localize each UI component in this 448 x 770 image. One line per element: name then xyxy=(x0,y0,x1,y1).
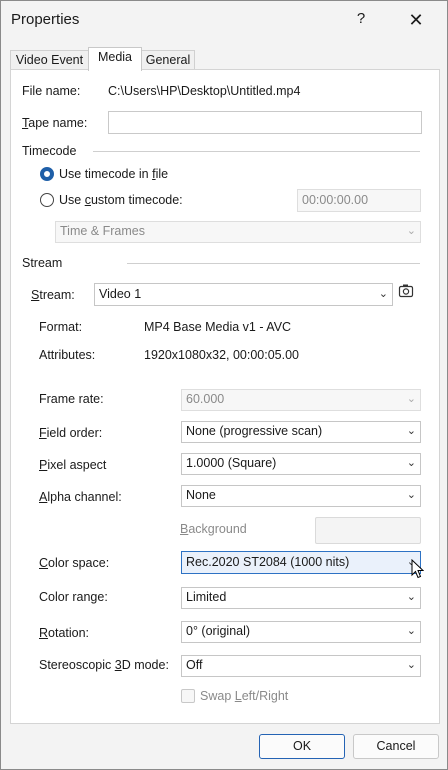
color-space-select[interactable]: Rec.2020 ST2084 (1000 nits) ⌄ xyxy=(181,551,421,574)
tape-name-field[interactable] xyxy=(108,111,422,134)
help-button[interactable]: ? xyxy=(353,10,369,27)
window-title: Properties xyxy=(11,11,80,28)
ok-button[interactable]: OK xyxy=(259,734,345,759)
file-name-value: C:\Users\HP\Desktop\Untitled.mp4 xyxy=(108,84,301,98)
cancel-button[interactable]: Cancel xyxy=(353,734,439,759)
timecode-divider xyxy=(93,151,420,152)
attributes-value: 1920x1080x32, 00:00:05.00 xyxy=(144,348,299,362)
format-label: Format: xyxy=(39,320,83,334)
frame-rate-label: Frame rate: xyxy=(39,392,104,406)
chevron-down-icon: ⌄ xyxy=(406,225,416,237)
tab-media[interactable]: Media xyxy=(88,47,142,71)
chevron-down-icon: ⌄ xyxy=(406,625,416,637)
chevron-down-icon: ⌄ xyxy=(406,659,416,671)
color-range-value: Limited xyxy=(186,590,227,604)
tab-video-event[interactable]: Video Event xyxy=(10,50,89,70)
stereoscopic-3d-label: Stereoscopic 3D mode: xyxy=(39,658,169,672)
field-order-select[interactable]: None (progressive scan) ⌄ xyxy=(181,421,421,443)
mouse-pointer-icon xyxy=(411,559,424,579)
file-name-label: File name: xyxy=(22,84,81,98)
color-space-label: Color space: xyxy=(39,556,110,570)
format-value: MP4 Base Media v1 - AVC xyxy=(144,320,292,334)
use-custom-timecode-radio[interactable] xyxy=(40,193,54,207)
use-file-timecode-radio[interactable] xyxy=(40,167,54,181)
swap-left-right-checkbox[interactable] xyxy=(181,689,195,703)
tape-name-label: Tape name: xyxy=(22,116,88,130)
chevron-down-icon: ⌄ xyxy=(378,288,388,300)
use-file-timecode-label: Use timecode in file xyxy=(59,167,169,181)
alpha-channel-select[interactable]: None ⌄ xyxy=(181,485,421,507)
chevron-down-icon: ⌄ xyxy=(406,489,416,501)
frame-rate-select[interactable]: 60.000 ⌄ xyxy=(181,389,421,411)
color-range-label: Color range: xyxy=(39,590,108,604)
chevron-down-icon: ⌄ xyxy=(406,393,416,405)
frame-rate-value: 60.000 xyxy=(186,392,225,406)
media-panel: File name: C:\Users\HP\Desktop\Untitled.… xyxy=(10,69,440,724)
close-icon[interactable]: ✕ xyxy=(403,9,429,31)
tab-general[interactable]: General xyxy=(141,50,195,70)
attributes-label: Attributes: xyxy=(39,348,96,362)
color-range-select[interactable]: Limited ⌄ xyxy=(181,587,421,609)
stream-select[interactable]: Video 1 ⌄ xyxy=(94,283,393,306)
alpha-channel-label: Alpha channel: xyxy=(39,490,122,504)
timecode-section-title: Timecode xyxy=(22,144,77,158)
custom-timecode-input[interactable]: 00:00:00.00 xyxy=(297,189,421,212)
stream-value: Video 1 xyxy=(99,287,142,301)
color-space-value: Rec.2020 ST2084 (1000 nits) xyxy=(186,555,350,569)
pixel-aspect-value: 1.0000 (Square) xyxy=(186,456,277,470)
alpha-channel-value: None xyxy=(186,488,216,502)
stream-section-title: Stream xyxy=(22,256,63,270)
stereoscopic-3d-value: Off xyxy=(186,658,203,672)
title-bar: Properties ? ✕ xyxy=(1,1,447,39)
timecode-format-select[interactable]: Time & Frames ⌄ xyxy=(55,221,421,243)
use-custom-timecode-label: Use custom timecode: xyxy=(59,193,183,207)
chevron-down-icon: ⌄ xyxy=(406,425,416,437)
grab-still-icon[interactable] xyxy=(398,283,414,299)
chevron-down-icon: ⌄ xyxy=(406,457,416,469)
pixel-aspect-select[interactable]: 1.0000 (Square) ⌄ xyxy=(181,453,421,475)
rotation-select[interactable]: 0° (original) ⌄ xyxy=(181,621,421,643)
background-color-button[interactable] xyxy=(315,517,421,544)
field-order-label: Field order: xyxy=(39,426,103,440)
pixel-aspect-label: Pixel aspect xyxy=(39,458,107,472)
stream-divider xyxy=(127,263,420,264)
rotation-value: 0° (original) xyxy=(186,624,251,638)
background-label: Background xyxy=(180,522,247,536)
swap-left-right-label: Swap Left/Right xyxy=(200,689,289,703)
rotation-label: Rotation: xyxy=(39,626,90,640)
stream-label: Stream: xyxy=(31,288,75,302)
stereoscopic-3d-select[interactable]: Off ⌄ xyxy=(181,655,421,677)
chevron-down-icon: ⌄ xyxy=(406,591,416,603)
timecode-format-value: Time & Frames xyxy=(60,224,145,238)
properties-dialog: Properties ? ✕ Video Event Media General… xyxy=(0,0,448,770)
field-order-value: None (progressive scan) xyxy=(186,424,323,438)
